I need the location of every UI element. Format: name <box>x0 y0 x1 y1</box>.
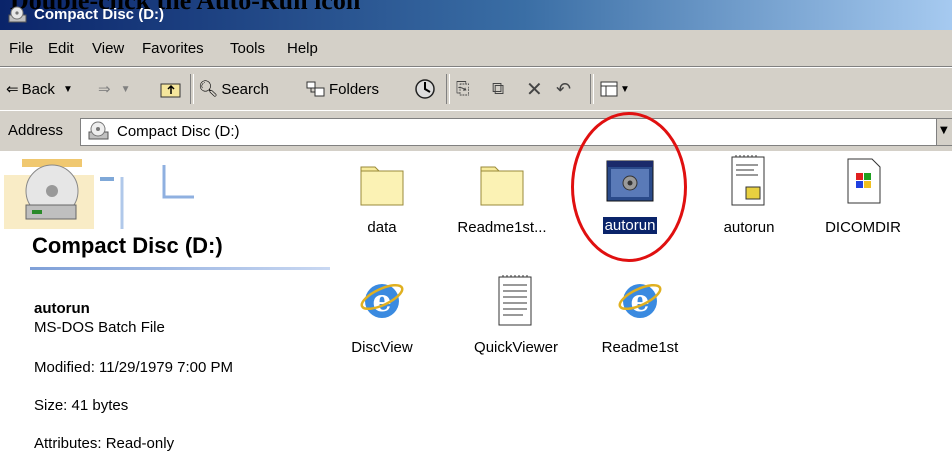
modified-info: Modified: 11/29/1979 7:00 PM <box>34 359 234 376</box>
menu-tools[interactable]: Tools <box>230 40 265 57</box>
menu-file[interactable]: File <box>9 40 33 57</box>
file-label: DiscView <box>351 339 413 356</box>
views-button[interactable]: ▼ <box>600 76 630 102</box>
chevron-down-icon: ▼ <box>120 83 131 95</box>
back-arrow-icon: ⇐ <box>6 81 19 98</box>
menu-bar: File Edit View Favorites Tools Help <box>0 30 952 67</box>
address-dropdown-button[interactable]: ▼ <box>936 118 952 146</box>
search-button[interactable]: 🔍︎ Search <box>198 76 269 102</box>
address-value: Compact Disc (D:) <box>117 123 240 140</box>
back-label: Back <box>21 80 55 98</box>
search-label: Search <box>221 80 269 98</box>
file-label: Readme1st... <box>457 219 547 236</box>
chevron-down-icon: ▼ <box>62 83 73 95</box>
file-label: QuickViewer <box>474 339 558 356</box>
views-icon <box>600 81 618 97</box>
chevron-down-icon: ▼ <box>620 83 630 95</box>
menu-favorites[interactable]: Favorites <box>142 40 204 57</box>
chevron-down-icon: ▼ <box>940 125 948 136</box>
search-icon: 🔍︎ <box>198 81 219 98</box>
selected-type: MS-DOS Batch File <box>34 319 165 336</box>
internet-explorer-icon: e <box>360 283 404 319</box>
file-label: Readme1st <box>601 339 679 356</box>
forward-arrow-icon: ⇒ <box>98 81 111 98</box>
address-bar: Address Compact Disc (D:) ▼ <box>0 110 952 152</box>
folder-view: Compact Disc (D:) autorun MS-DOS Batch F… <box>0 112 952 459</box>
toolbar: ⇐ Back ▼ ⇒ ▼ 🔍︎ Search Folders ⎘ ⧉ ✕ ↶ ▼ <box>0 67 952 111</box>
highlight-circle <box>571 112 687 262</box>
history-button[interactable] <box>414 76 436 102</box>
delete-button[interactable]: ✕ <box>526 76 543 102</box>
window-title: Compact Disc (D:) <box>34 6 165 23</box>
menu-view[interactable]: View <box>92 40 124 57</box>
forward-button[interactable]: ⇒ ▼ <box>98 76 130 102</box>
windows-file-icon <box>847 158 881 204</box>
delete-icon: ✕ <box>526 78 543 101</box>
address-label: Address <box>8 122 64 139</box>
setup-info-icon <box>731 155 765 206</box>
cd-drive-banner-icon <box>4 159 194 229</box>
selected-name: autorun <box>34 300 90 317</box>
folders-label: Folders <box>329 80 380 98</box>
move-to-button[interactable]: ⎘ <box>456 76 470 102</box>
address-input[interactable]: Compact Disc (D:) <box>80 118 937 146</box>
up-folder-button[interactable] <box>160 76 182 102</box>
folders-button[interactable]: Folders <box>306 76 379 102</box>
folder-icon <box>360 166 404 206</box>
file-label: autorun <box>723 219 775 236</box>
menu-help[interactable]: Help <box>287 40 318 57</box>
menu-edit[interactable]: Edit <box>48 40 74 57</box>
size-info: Size: 41 bytes <box>34 397 129 414</box>
attributes-info: Attributes: Read-only <box>34 435 175 452</box>
undo-button[interactable]: ↶ <box>556 76 571 102</box>
panel-divider <box>30 267 330 270</box>
file-label: DICOMDIR <box>825 219 901 236</box>
move-to-icon: ⎘ <box>456 79 470 98</box>
undo-icon: ↶ <box>556 78 572 99</box>
internet-explorer-icon: e <box>618 283 662 319</box>
text-file-icon <box>498 275 532 326</box>
cd-drive-icon <box>88 121 109 140</box>
history-icon <box>415 79 435 99</box>
panel-title: Compact Disc (D:) <box>32 233 223 258</box>
copy-to-icon: ⧉ <box>492 79 505 98</box>
copy-to-button[interactable]: ⧉ <box>492 76 504 102</box>
folder-icon <box>480 166 524 206</box>
folders-icon <box>306 81 325 97</box>
back-button[interactable]: ⇐ Back ▼ <box>6 76 73 102</box>
file-label: data <box>367 219 397 236</box>
up-folder-icon <box>160 83 181 98</box>
cd-drive-icon <box>8 6 27 23</box>
